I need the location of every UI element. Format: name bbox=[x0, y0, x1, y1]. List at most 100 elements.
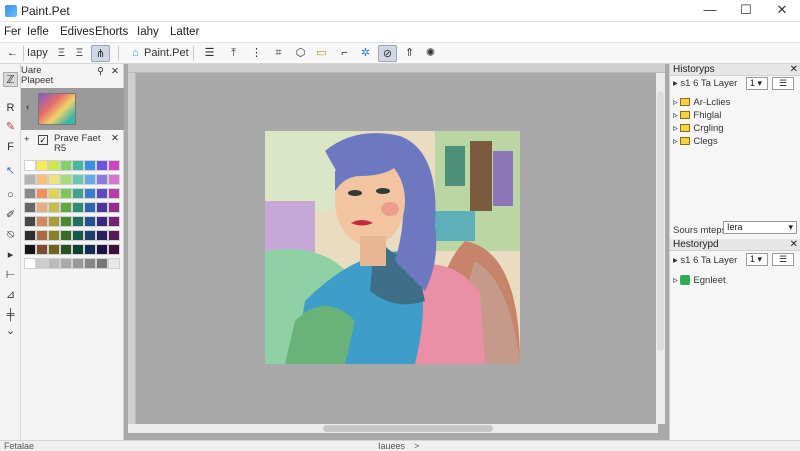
color-swatch[interactable] bbox=[96, 202, 108, 213]
color-swatch[interactable] bbox=[108, 230, 120, 241]
color-swatch[interactable] bbox=[60, 174, 72, 185]
clone-icon[interactable]: ▸ bbox=[3, 248, 18, 263]
options-button[interactable]: ☰ bbox=[772, 253, 794, 266]
scrollbar-thumb[interactable] bbox=[657, 91, 664, 351]
history-item[interactable]: ▹ Crgling bbox=[673, 123, 724, 134]
color-swatch[interactable] bbox=[48, 244, 60, 255]
color-swatch[interactable] bbox=[108, 216, 120, 227]
layer-thumbnail-row[interactable]: ‹ bbox=[21, 88, 124, 130]
shape-icon[interactable]: ⊿ bbox=[3, 288, 18, 303]
color-swatch[interactable] bbox=[108, 244, 120, 255]
panel-close-button[interactable]: ✕ bbox=[111, 67, 119, 77]
upload-icon[interactable]: ⤒ bbox=[225, 45, 242, 62]
crosshair-icon[interactable]: ╪ bbox=[3, 308, 18, 323]
color-swatch[interactable] bbox=[60, 258, 72, 269]
color-swatch[interactable] bbox=[84, 230, 96, 241]
menu-item[interactable]: Edives bbox=[60, 26, 95, 38]
color-swatch[interactable] bbox=[60, 230, 72, 241]
settings-icon[interactable]: ⬡ bbox=[292, 45, 309, 62]
history-item[interactable]: ▹ Clegs bbox=[673, 136, 718, 147]
history-item[interactable]: ▹ Fhiglal bbox=[673, 110, 721, 121]
measure-icon[interactable]: ⌐ bbox=[336, 45, 353, 62]
color-swatch[interactable] bbox=[72, 188, 84, 199]
layer-item[interactable]: ▹ Egnleet bbox=[673, 275, 726, 286]
grid-icon[interactable]: ⋮ bbox=[248, 45, 265, 62]
menu-item[interactable]: Ehorts bbox=[95, 26, 128, 38]
color-swatch[interactable] bbox=[60, 216, 72, 227]
selection-tool-icon[interactable]: ℤ bbox=[3, 72, 18, 87]
color-swatch[interactable] bbox=[108, 174, 120, 185]
brush-icon[interactable]: ✎ bbox=[3, 120, 18, 135]
color-swatch[interactable] bbox=[36, 258, 48, 269]
color-swatch[interactable] bbox=[60, 160, 72, 171]
magic-icon[interactable]: ✲ bbox=[357, 45, 374, 62]
color-swatch[interactable] bbox=[36, 230, 48, 241]
color-swatch[interactable] bbox=[36, 244, 48, 255]
toolbar-tool-button[interactable]: Iapy bbox=[27, 45, 48, 62]
list-icon[interactable]: ☰ bbox=[201, 45, 218, 62]
color-swatch[interactable] bbox=[84, 258, 96, 269]
layer-thumbnail[interactable] bbox=[38, 93, 76, 125]
color-swatch[interactable] bbox=[24, 160, 36, 171]
color-swatch[interactable] bbox=[72, 244, 84, 255]
pencil-icon[interactable]: ✐ bbox=[3, 208, 18, 223]
color-swatch[interactable] bbox=[72, 174, 84, 185]
color-swatch[interactable] bbox=[60, 202, 72, 213]
color-swatch[interactable] bbox=[96, 216, 108, 227]
menu-item[interactable]: Iahy bbox=[137, 26, 159, 38]
align-icon[interactable]: Ξ bbox=[53, 45, 70, 62]
checkbox[interactable]: ✓ bbox=[38, 135, 48, 145]
eraser-icon[interactable]: ⍉ bbox=[3, 228, 18, 243]
gear-icon[interactable]: ✺ bbox=[422, 45, 439, 62]
layers-spinner[interactable]: 1 ▾ bbox=[746, 253, 768, 266]
painting-canvas[interactable] bbox=[265, 131, 520, 364]
color-swatch[interactable] bbox=[36, 202, 48, 213]
color-swatch[interactable] bbox=[96, 258, 108, 269]
color-swatch[interactable] bbox=[84, 244, 96, 255]
panel-close-button[interactable]: ✕ bbox=[790, 239, 798, 251]
tree-icon[interactable]: ⇑ bbox=[401, 45, 418, 62]
rectangle-select-icon[interactable]: R bbox=[3, 101, 18, 116]
color-swatch[interactable] bbox=[108, 160, 120, 171]
crop-icon[interactable]: ⌗ bbox=[270, 45, 287, 62]
compass-icon[interactable]: ⊘ bbox=[378, 45, 397, 62]
close-button[interactable]: ✕ bbox=[764, 0, 800, 22]
color-swatch[interactable] bbox=[96, 230, 108, 241]
share-icon[interactable]: ⋔ bbox=[91, 45, 110, 62]
text-icon[interactable]: ⊢ bbox=[3, 268, 18, 283]
menu-item[interactable]: Latter bbox=[170, 26, 199, 38]
color-swatch[interactable] bbox=[96, 188, 108, 199]
color-swatch[interactable] bbox=[108, 202, 120, 213]
options-button[interactable]: ☰ bbox=[772, 77, 794, 90]
color-swatch[interactable] bbox=[72, 230, 84, 241]
color-swatch[interactable] bbox=[48, 160, 60, 171]
move-icon[interactable]: ↖ bbox=[3, 164, 18, 179]
color-swatch[interactable] bbox=[24, 216, 36, 227]
color-swatch[interactable] bbox=[48, 230, 60, 241]
color-swatch[interactable] bbox=[96, 174, 108, 185]
color-swatch[interactable] bbox=[36, 174, 48, 185]
pin-icon[interactable]: ⚲ bbox=[97, 67, 104, 77]
color-swatch[interactable] bbox=[24, 258, 36, 269]
color-swatch[interactable] bbox=[96, 160, 108, 171]
color-swatch[interactable] bbox=[48, 174, 60, 185]
align-icon[interactable]: Ξ bbox=[71, 45, 88, 62]
minimize-button[interactable]: — bbox=[692, 0, 728, 22]
color-swatch[interactable] bbox=[48, 216, 60, 227]
color-swatch[interactable] bbox=[24, 230, 36, 241]
vertical-scrollbar[interactable] bbox=[656, 73, 665, 424]
panel-close-button[interactable]: ✕ bbox=[111, 134, 119, 144]
scrollbar-thumb[interactable] bbox=[323, 425, 493, 432]
color-swatch[interactable] bbox=[108, 258, 120, 269]
maximize-button[interactable]: ☐ bbox=[728, 0, 764, 22]
color-swatch[interactable] bbox=[84, 202, 96, 213]
color-swatch[interactable] bbox=[24, 202, 36, 213]
layer-item-selected[interactable]: ▸ s1 6 Ta Layer bbox=[673, 255, 743, 266]
sort-dropdown[interactable]: Iera ▾ bbox=[723, 221, 797, 234]
back-icon[interactable]: ← bbox=[4, 45, 21, 62]
chevron-down-icon[interactable]: ⌄ bbox=[3, 324, 18, 339]
color-swatch[interactable] bbox=[72, 216, 84, 227]
color-swatch[interactable] bbox=[72, 258, 84, 269]
color-swatch[interactable] bbox=[84, 216, 96, 227]
color-swatch[interactable] bbox=[36, 188, 48, 199]
